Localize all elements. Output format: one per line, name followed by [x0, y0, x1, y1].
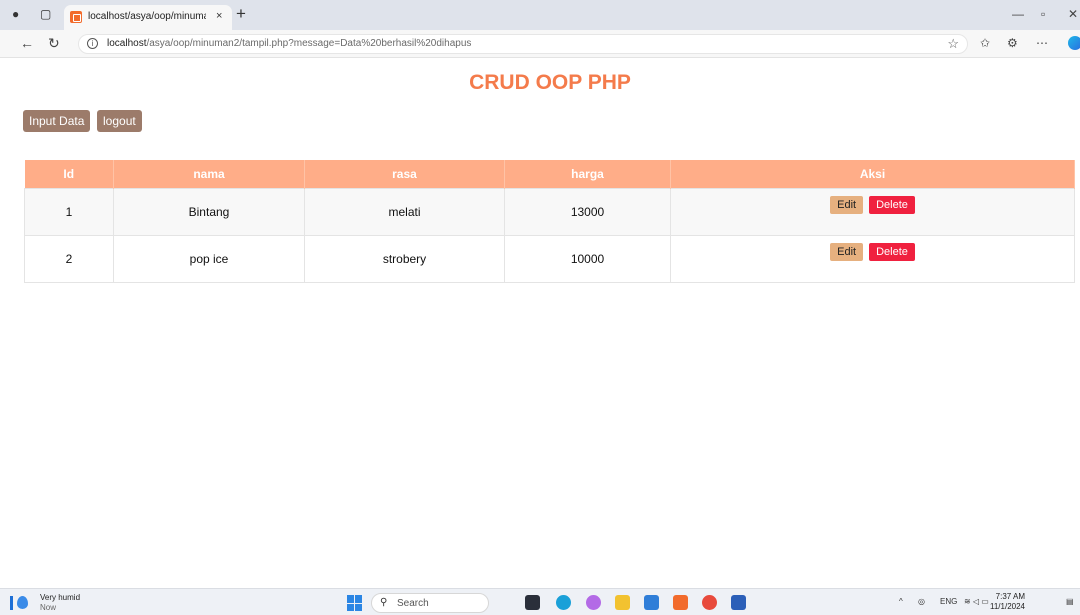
favorite-star-icon[interactable]: ☆	[947, 36, 959, 52]
clock-date: 11/1/2024	[990, 602, 1025, 611]
url-path: /asya/oop/minuman2/tampil.php?message=Da…	[146, 38, 472, 49]
xampp-icon[interactable]	[673, 595, 688, 610]
cell-id: 2	[24, 234, 114, 283]
copilot-icon[interactable]	[1068, 36, 1080, 50]
word-icon[interactable]	[731, 595, 746, 610]
page-title: CRUD OOP PHP	[469, 71, 631, 94]
cell-aksi: Edit Delete	[670, 187, 1075, 236]
header-harga: harga	[504, 160, 671, 188]
tab-bar: ● ▢ localhost/asya/oop/minuman2/ta × + —…	[0, 0, 1080, 30]
start-windows-icon[interactable]	[347, 595, 363, 611]
notification-icon[interactable]: ▤	[1066, 597, 1074, 606]
delete-button[interactable]: Delete	[869, 195, 915, 214]
cell-id: 1	[24, 187, 114, 236]
header-aksi: Aksi	[670, 160, 1075, 188]
edge-browser-icon[interactable]	[556, 595, 571, 610]
cell-rasa: melati	[304, 187, 505, 236]
task-view-icon[interactable]	[525, 595, 540, 610]
header-nama: nama	[113, 160, 305, 188]
site-info-icon[interactable]: i	[87, 38, 98, 49]
weather-sub-label: Now	[40, 603, 57, 612]
windows-taskbar: Very humid Now ⚲ Search ^ ◎ ENG ≋ ◁ ▭ 7:…	[0, 588, 1080, 615]
cell-aksi: Edit Delete	[670, 234, 1075, 283]
url-host: localhost	[107, 38, 147, 49]
taskbar-search[interactable]: ⚲ Search	[371, 593, 489, 613]
new-tab-icon[interactable]: +	[236, 4, 246, 24]
clock-time: 7:37 AM	[995, 592, 1025, 601]
tab-actions-icon[interactable]: ▢	[40, 7, 51, 21]
tray-chevron-icon[interactable]: ^	[899, 597, 903, 606]
vscode-icon[interactable]	[644, 595, 659, 610]
chrome-icon[interactable]	[702, 595, 717, 610]
search-label: Search	[397, 598, 429, 609]
url-field[interactable]: i localhost/asya/oop/minuman2/tampil.php…	[78, 34, 968, 54]
tab-title: localhost/asya/oop/minuman2/ta	[88, 11, 206, 22]
refresh-icon[interactable]: ↻	[48, 35, 60, 52]
tab-active[interactable]: localhost/asya/oop/minuman2/ta ×	[64, 5, 232, 30]
cell-nama: pop ice	[113, 234, 305, 283]
restore-icon[interactable]: ▫	[1041, 7, 1045, 21]
favorites-icon[interactable]: ✩	[980, 36, 990, 50]
header-id: Id	[24, 160, 114, 188]
cell-harga: 10000	[504, 234, 671, 283]
clock[interactable]: 7:37 AM 11/1/2024	[990, 592, 1025, 612]
edit-button[interactable]: Edit	[830, 242, 864, 261]
url-text: localhost/asya/oop/minuman2/tampil.php?m…	[107, 38, 471, 49]
more-options-icon[interactable]: ⋯	[1036, 36, 1048, 50]
xampp-favicon-icon	[70, 11, 82, 23]
input-data-button[interactable]: Input Data	[23, 110, 91, 132]
header-rasa: rasa	[304, 160, 505, 188]
tab-close-icon[interactable]: ×	[216, 10, 222, 22]
weather-label: Very humid	[40, 593, 81, 602]
delete-button[interactable]: Delete	[869, 242, 915, 261]
weather-icon[interactable]	[10, 595, 32, 610]
edit-button[interactable]: Edit	[830, 195, 864, 214]
logout-button[interactable]: logout	[97, 110, 142, 132]
back-icon[interactable]: ←	[20, 35, 34, 51]
close-window-icon[interactable]: ✕	[1068, 7, 1078, 21]
language-indicator[interactable]: ENG	[940, 597, 957, 606]
table-header-row: Id nama rasa harga Aksi	[24, 160, 1075, 188]
minimize-icon[interactable]: —	[1012, 7, 1024, 21]
copilot-app-icon[interactable]	[586, 595, 601, 610]
weather-widget[interactable]: Very humid Now	[40, 593, 80, 613]
table-row: 2 pop ice strobery 10000 Edit Delete	[24, 234, 1075, 283]
address-bar-row: ← ↻ i localhost/asya/oop/minuman2/tampil…	[0, 30, 1080, 58]
cell-rasa: strobery	[304, 234, 505, 283]
profile-icon[interactable]: ●	[12, 7, 19, 21]
cell-nama: Bintang	[113, 187, 305, 236]
page-content: CRUD OOP PHP Input Data logout Id nama r…	[0, 59, 1080, 582]
file-explorer-icon[interactable]	[615, 595, 630, 610]
cell-harga: 13000	[504, 187, 671, 236]
tray-app-icon[interactable]: ◎	[918, 597, 925, 606]
search-icon: ⚲	[380, 597, 388, 608]
data-table: Id nama rasa harga Aksi 1 Bintang melati…	[24, 160, 1075, 283]
extensions-icon[interactable]: ⚙	[1007, 36, 1018, 50]
network-volume-battery-icon[interactable]: ≋ ◁ ▭	[964, 597, 989, 606]
table-row: 1 Bintang melati 13000 Edit Delete	[24, 187, 1075, 236]
